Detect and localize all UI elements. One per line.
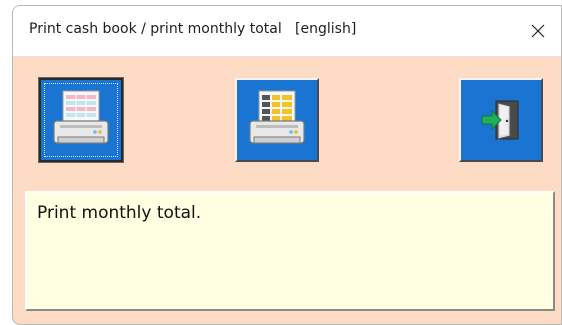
printer-cash-book-icon <box>53 90 109 144</box>
print-cash-book-button[interactable] <box>38 77 124 163</box>
printer-monthly-total-icon <box>249 90 305 144</box>
dialog-window: Print cash book / print monthly total [e… <box>12 5 562 325</box>
print-monthly-total-button[interactable] <box>235 78 319 162</box>
window-title: Print cash book / print monthly total [e… <box>29 21 357 37</box>
message-text: Print monthly total. <box>37 203 202 223</box>
exit-button[interactable] <box>459 78 543 162</box>
title-bar[interactable]: Print cash book / print monthly total [e… <box>13 6 561 57</box>
close-button[interactable] <box>515 6 561 56</box>
exit-door-icon <box>481 100 519 140</box>
message-box: Print monthly total. <box>25 191 555 311</box>
close-icon <box>531 24 545 38</box>
